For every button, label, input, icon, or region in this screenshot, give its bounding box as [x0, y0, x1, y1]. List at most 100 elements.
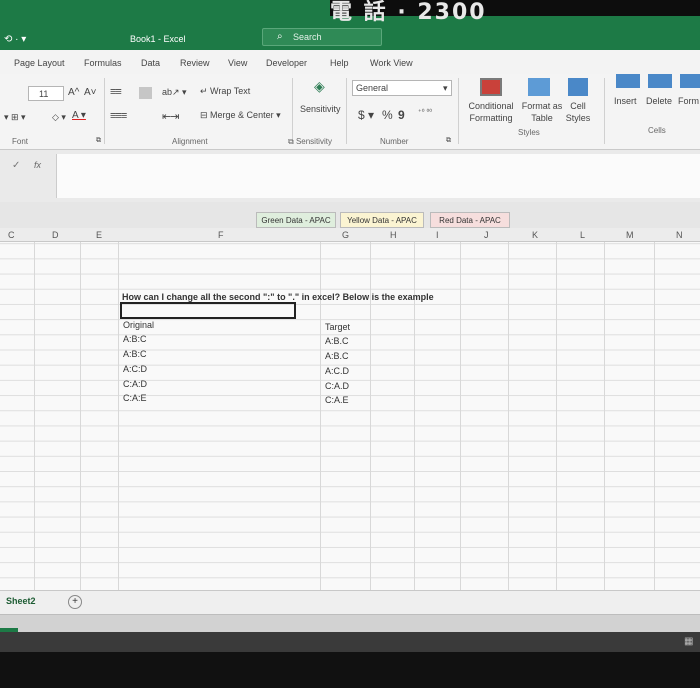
- merge-icon: ⊟: [200, 110, 211, 120]
- divider: [292, 78, 293, 144]
- sensitivity-icon[interactable]: ◈: [314, 78, 325, 95]
- formula-input[interactable]: [56, 154, 700, 198]
- tab-data[interactable]: Data: [141, 58, 160, 68]
- insert-function-icon[interactable]: fx: [34, 160, 41, 170]
- conditional-formatting-icon[interactable]: [480, 78, 502, 96]
- ribbon-tabs: Page Layout Formulas Data Review View De…: [0, 50, 700, 74]
- search-input[interactable]: ⌕ Search: [262, 28, 382, 46]
- tab-yellow-data-apac[interactable]: Yellow Data - APAC: [340, 212, 424, 228]
- column-header-d[interactable]: D: [52, 230, 59, 240]
- number-dialog-launcher-icon[interactable]: ⧉: [446, 137, 451, 145]
- delete-cells-icon[interactable]: [648, 74, 672, 88]
- group-alignment-label: Alignment: [172, 137, 208, 146]
- number-format-select[interactable]: General ▾: [352, 80, 452, 96]
- chevron-down-icon: ▾: [443, 83, 448, 93]
- target-cell[interactable]: C:A.D: [325, 381, 349, 391]
- tab-view[interactable]: View: [228, 58, 247, 68]
- gridline: [556, 228, 557, 590]
- sheet-tab-bar: Sheet2 + ◂: [0, 590, 700, 625]
- tab-review[interactable]: Review: [180, 58, 210, 68]
- tab-formulas[interactable]: Formulas: [84, 58, 122, 68]
- currency-label: $: [358, 108, 365, 122]
- font-color-icon[interactable]: A ▾: [72, 110, 86, 121]
- add-sheet-button[interactable]: +: [68, 595, 82, 609]
- format-cells-icon[interactable]: [680, 74, 700, 88]
- search-icon: ⌕: [277, 31, 283, 42]
- tab-green-data-apac[interactable]: Green Data - APAC: [256, 212, 336, 228]
- fill-color-icon[interactable]: ◇ ▾: [52, 112, 66, 123]
- font-size-select[interactable]: 11: [28, 86, 64, 101]
- original-cell[interactable]: C:A:E: [123, 393, 147, 403]
- insert-cells-icon[interactable]: [616, 74, 640, 88]
- column-header-m[interactable]: M: [626, 230, 634, 240]
- column-header-f[interactable]: F: [218, 230, 224, 240]
- gridline: [460, 228, 461, 590]
- conditional-formatting-button[interactable]: Conditional Formatting: [466, 100, 516, 124]
- group-sensitivity-text: Sensitivity: [295, 137, 332, 146]
- merge-center-button[interactable]: ⊟ Merge & Center ▾: [200, 110, 281, 121]
- gridline: [370, 228, 371, 590]
- selected-cell-border: [120, 302, 296, 319]
- insert-button[interactable]: Insert: [614, 96, 637, 106]
- grow-font-button[interactable]: A^: [68, 87, 79, 98]
- target-cell[interactable]: A:C.D: [325, 366, 349, 376]
- format-button[interactable]: Form: [678, 96, 699, 106]
- worksheet-grid[interactable]: [0, 228, 700, 590]
- orientation-icon[interactable]: ab↗ ▾: [162, 87, 187, 98]
- target-cell[interactable]: A:B.C: [325, 351, 349, 361]
- tab-help[interactable]: Help: [330, 58, 349, 68]
- wrap-text-button[interactable]: ↵ Wrap Text: [200, 86, 250, 97]
- decimal-icon[interactable]: ⁺⁰ ⁰⁰: [418, 108, 432, 116]
- question-cell[interactable]: How can I change all the second ":" to "…: [122, 292, 434, 302]
- format-as-table-icon[interactable]: [528, 78, 550, 96]
- original-cell[interactable]: C:A:D: [123, 379, 147, 389]
- gridline: [118, 228, 119, 590]
- tab-developer[interactable]: Developer: [266, 58, 307, 68]
- align-bottom-icon[interactable]: [139, 87, 152, 99]
- shrink-font-button[interactable]: A˅: [84, 87, 97, 98]
- target-cell[interactable]: A:B.C: [325, 336, 349, 346]
- original-cell[interactable]: A:C:D: [123, 364, 147, 374]
- column-header-g[interactable]: G: [342, 230, 349, 240]
- borders-icon[interactable]: ▾ ⊞ ▾: [4, 112, 26, 123]
- comma-button[interactable]: 9: [398, 108, 405, 122]
- align-top-icon[interactable]: ≡≡: [110, 86, 122, 98]
- indent-icon[interactable]: ⇤⇥: [162, 110, 179, 123]
- gridline: [604, 228, 605, 590]
- currency-button[interactable]: $ ▾: [358, 108, 374, 122]
- column-header-h[interactable]: H: [390, 230, 397, 240]
- original-header-cell[interactable]: Original: [123, 320, 154, 330]
- sensitivity-button[interactable]: Sensitivity: [300, 104, 341, 114]
- tab-red-data-apac[interactable]: Red Data - APAC: [430, 212, 510, 228]
- original-cell[interactable]: A:B:C: [123, 334, 147, 344]
- column-header-l[interactable]: L: [580, 230, 585, 240]
- group-sensitivity-label: ⧉ Sensitivity: [288, 137, 332, 146]
- gridline: [654, 228, 655, 590]
- enter-icon[interactable]: ✓: [12, 160, 20, 171]
- column-header-e[interactable]: E: [96, 230, 102, 240]
- column-header-n[interactable]: N: [676, 230, 683, 240]
- cell-styles-button[interactable]: Cell Styles: [562, 100, 594, 124]
- cell-styles-icon[interactable]: [568, 78, 588, 96]
- original-cell[interactable]: A:B:C: [123, 349, 147, 359]
- target-header-cell[interactable]: Target: [325, 322, 350, 332]
- merge-center-label: Merge & Center: [210, 110, 274, 120]
- font-dialog-launcher-icon[interactable]: ⧉: [96, 137, 101, 145]
- percent-button[interactable]: %: [382, 108, 393, 122]
- column-header-c[interactable]: C: [8, 230, 15, 240]
- gridline: [34, 228, 35, 590]
- column-header-j[interactable]: J: [484, 230, 489, 240]
- column-header-k[interactable]: K: [532, 230, 538, 240]
- tab-work-view[interactable]: Work View: [370, 58, 413, 68]
- delete-button[interactable]: Delete: [646, 96, 672, 106]
- grid-view-icon[interactable]: ▦: [684, 636, 693, 647]
- quick-access-toolbar[interactable]: ⟲ · ▾: [4, 34, 26, 45]
- sheet-tab-sheet2[interactable]: Sheet2: [6, 596, 36, 606]
- align-left-icon[interactable]: ≡≡≡: [110, 110, 127, 122]
- target-cell[interactable]: C:A.E: [325, 395, 349, 405]
- column-header-i[interactable]: I: [436, 230, 439, 240]
- format-as-table-button[interactable]: Format as Table: [520, 100, 564, 124]
- horizontal-scrollbar[interactable]: [0, 614, 700, 632]
- tab-page-layout[interactable]: Page Layout: [14, 58, 65, 68]
- wrap-text-icon: ↵: [200, 86, 211, 96]
